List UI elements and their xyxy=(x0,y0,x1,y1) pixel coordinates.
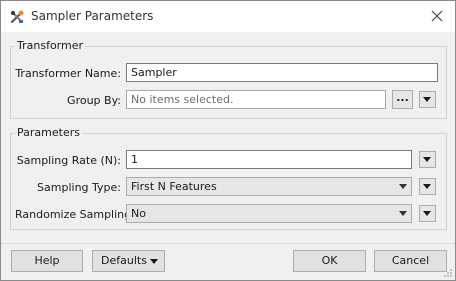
chevron-down-icon xyxy=(150,259,158,264)
defaults-button[interactable]: Defaults xyxy=(92,250,165,272)
help-button[interactable]: Help xyxy=(11,250,83,272)
group-by-label: Group By: xyxy=(67,94,121,107)
ok-button[interactable]: OK xyxy=(293,250,366,272)
chevron-down-icon xyxy=(399,184,407,189)
chevron-down-icon xyxy=(423,97,431,102)
fme-workbench-icon xyxy=(9,9,25,25)
sampling-rate-field[interactable]: 1 xyxy=(126,150,412,169)
transformer-group-title: Transformer xyxy=(15,39,86,52)
sampling-type-select[interactable]: First N Features xyxy=(126,177,412,196)
chevron-down-icon xyxy=(423,211,431,216)
randomize-sampling-select[interactable]: No xyxy=(126,204,412,223)
chevron-down-icon xyxy=(423,184,431,189)
close-button[interactable] xyxy=(425,5,449,27)
group-by-field[interactable]: No items selected. xyxy=(126,90,386,109)
window-title: Sampler Parameters xyxy=(31,9,154,23)
sampler-parameters-dialog: Sampler Parameters Transformer Transform… xyxy=(0,0,456,281)
cancel-button[interactable]: Cancel xyxy=(374,250,447,272)
defaults-button-label: Defaults xyxy=(101,254,147,267)
group-by-ellipsis-button[interactable]: ... xyxy=(392,90,413,109)
randomize-sampling-label: Randomize Sampling: xyxy=(15,208,135,221)
transformer-name-field[interactable]: Sampler xyxy=(126,63,438,82)
sampling-type-value: First N Features xyxy=(131,180,217,193)
group-by-menu-button[interactable] xyxy=(419,91,436,108)
randomize-sampling-value: No xyxy=(131,207,146,220)
chevron-down-icon xyxy=(423,157,431,162)
randomize-sampling-menu-button[interactable] xyxy=(419,205,436,222)
chevron-down-icon xyxy=(399,211,407,216)
sampling-type-label: Sampling Type: xyxy=(37,181,121,194)
close-icon xyxy=(431,10,443,22)
resize-grip-icon[interactable] xyxy=(443,268,453,278)
transformer-name-label: Transformer Name: xyxy=(15,67,121,80)
button-bar-divider xyxy=(1,243,455,244)
sampling-rate-label: Sampling Rate (N): xyxy=(16,154,121,167)
sampling-type-menu-button[interactable] xyxy=(419,178,436,195)
parameters-group-title: Parameters xyxy=(15,126,82,139)
sampling-rate-menu-button[interactable] xyxy=(419,151,436,168)
title-bar: Sampler Parameters xyxy=(1,1,455,32)
